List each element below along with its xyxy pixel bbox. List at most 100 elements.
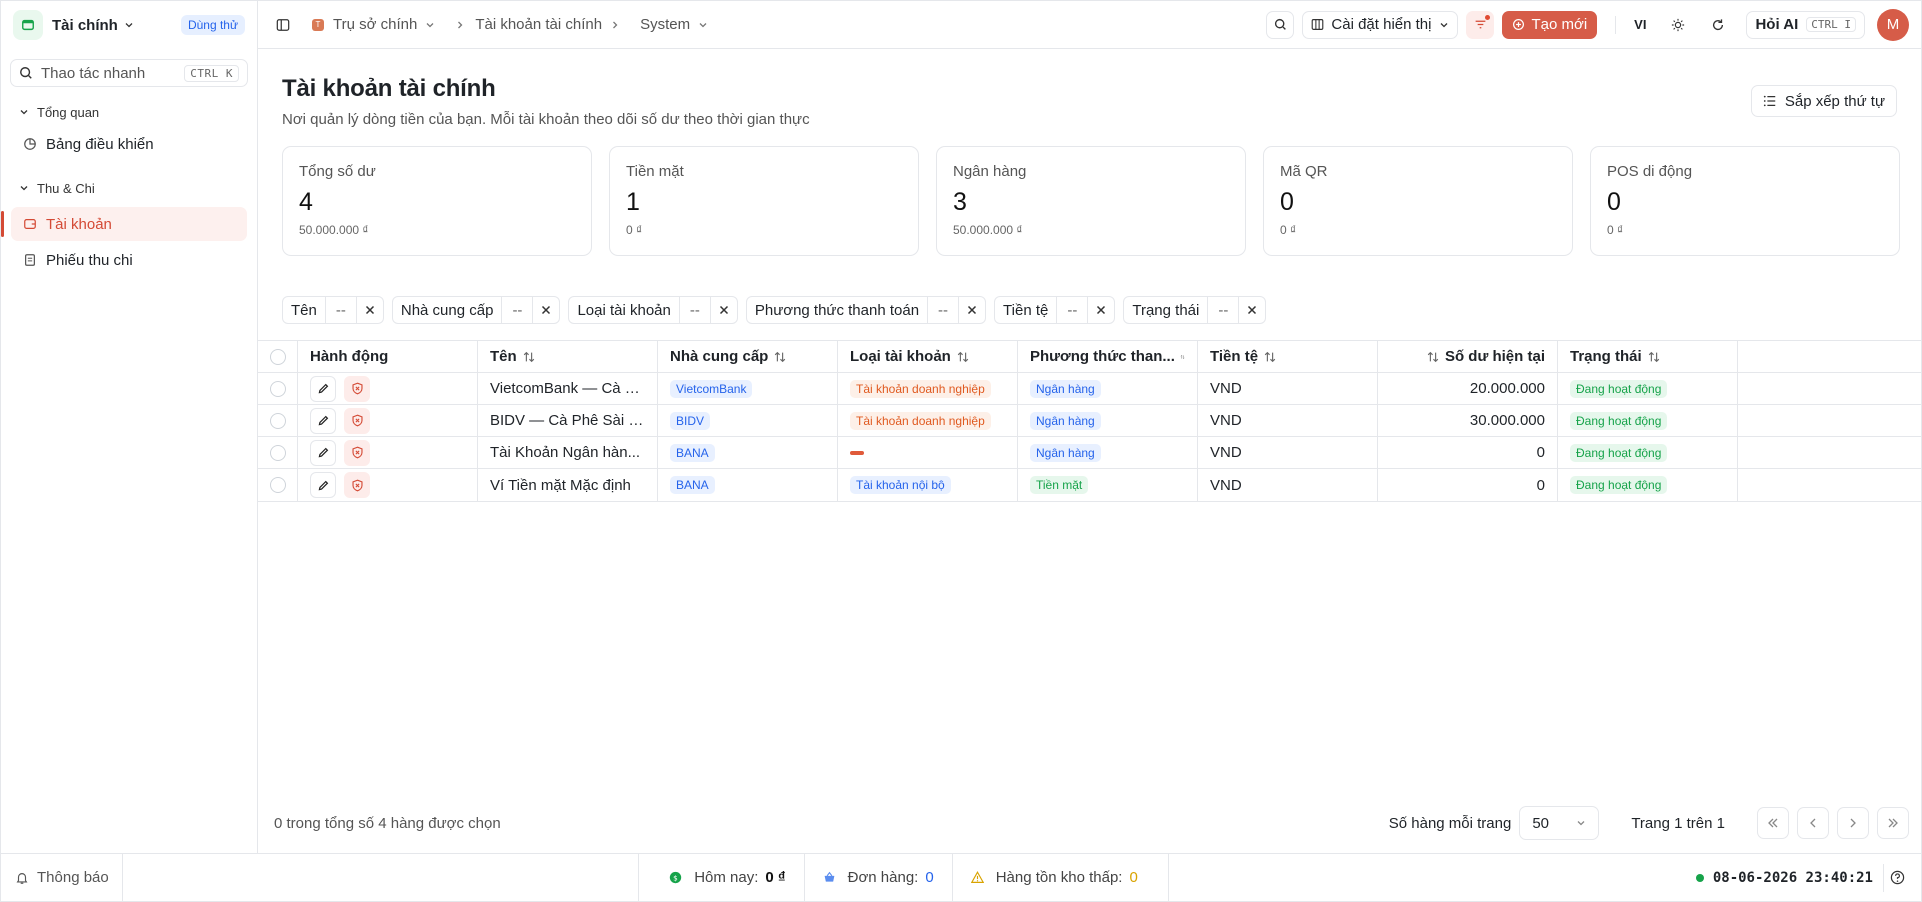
sidebar-item-label: Tài khoản	[46, 215, 112, 233]
column-label: Nhà cung cấp	[670, 348, 769, 365]
deactivate-button[interactable]	[344, 407, 370, 434]
create-new-button[interactable]: Tạo mới	[1502, 10, 1598, 39]
column-label: Phương thức than...	[1030, 348, 1175, 365]
table-row[interactable]: VietcomBank — Cà P... VietcomBank Tài khoả…	[258, 373, 1922, 405]
clear-filter-button[interactable]	[1088, 297, 1114, 323]
next-page-button[interactable]	[1837, 807, 1869, 839]
breadcrumb-page[interactable]: Tài khoản tài chính	[475, 16, 602, 33]
edit-button[interactable]	[310, 439, 336, 466]
table-row[interactable]: Ví Tiền mặt Mặc định BANA Tài khoản nội bộ…	[258, 469, 1922, 501]
filter-icon	[1475, 20, 1486, 29]
account-name[interactable]: BIDV — Cà Phê Sài G...	[478, 405, 658, 436]
prev-page-button[interactable]	[1797, 807, 1829, 839]
last-page-button[interactable]	[1877, 807, 1909, 839]
column-header-payment-method[interactable]: Phương thức than...	[1018, 341, 1198, 372]
filter-value[interactable]: --	[1207, 297, 1240, 323]
columns-icon	[1312, 19, 1324, 30]
wallet-icon	[24, 219, 36, 229]
filter-chip[interactable]: Nhà cung cấp --	[391, 296, 561, 324]
sidebar-item-vouchers[interactable]: Phiếu thu chi	[11, 243, 247, 277]
section-overview[interactable]: Tổng quan	[1, 99, 257, 125]
row-checkbox[interactable]	[258, 469, 298, 501]
deactivate-button[interactable]	[344, 439, 370, 466]
notifications-button[interactable]: Thông báo	[1, 854, 123, 901]
low-stock-label: Hàng tồn kho thấp:	[995, 869, 1123, 886]
help-button[interactable]	[1883, 863, 1911, 892]
workspace-switcher[interactable]: Tài chính Dùng thử	[1, 1, 257, 49]
row-checkbox[interactable]	[258, 405, 298, 436]
filter-value[interactable]: --	[324, 297, 357, 323]
filter-value[interactable]: --	[927, 297, 960, 323]
toggle-sidebar-icon[interactable]	[276, 18, 290, 32]
card-count: 0	[1607, 188, 1621, 216]
refresh-button[interactable]	[1704, 11, 1732, 39]
filter-chip[interactable]: Loại tài khoản --	[568, 296, 738, 324]
empty-type-marker	[850, 450, 864, 455]
checkbox	[269, 348, 286, 365]
column-header-name[interactable]: Tên	[478, 341, 658, 372]
card-label: POS di động	[1607, 163, 1693, 180]
balance-cell: 0	[1378, 469, 1558, 501]
select-all-checkbox[interactable]	[258, 341, 298, 372]
deactivate-button[interactable]	[344, 375, 370, 402]
filter-chip[interactable]: Tiền tệ --	[994, 296, 1116, 324]
provider-cell: BANA	[658, 469, 838, 501]
table-row[interactable]: Tài Khoản Ngân hàn... BANA Ngân hàng VND 0 Đa…	[258, 437, 1922, 469]
topbar: T Trụ sở chính Tài khoản tài chính Syste…	[258, 1, 1921, 49]
language-switcher[interactable]: VI	[1634, 17, 1646, 32]
table-row[interactable]: BIDV — Cà Phê Sài G... BIDV Tài khoản doan…	[258, 405, 1922, 437]
payment-method-tag: Ngân hàng	[1030, 411, 1101, 430]
card-amount: 0 ₫	[1280, 223, 1297, 237]
filter-chip[interactable]: Tên --	[282, 296, 384, 324]
sidebar-item-accounts[interactable]: Tài khoản	[1, 207, 247, 241]
column-header-provider[interactable]: Nhà cung cấp	[658, 341, 838, 372]
rows-per-page-select[interactable]: 50	[1519, 806, 1600, 840]
filter-chip[interactable]: Phương thức thanh toán --	[745, 296, 987, 324]
display-settings-button[interactable]: Cài đặt hiển thị	[1302, 10, 1459, 39]
status-badge: Đang hoạt động	[1570, 411, 1668, 430]
breadcrumb-org[interactable]: Trụ sở chính	[333, 16, 417, 33]
account-type-cell: Tài khoản doanh nghiệp	[838, 405, 1018, 436]
account-name[interactable]: Ví Tiền mặt Mặc định	[478, 469, 658, 501]
clear-filter-button[interactable]	[357, 297, 383, 323]
filter-chip[interactable]: Trạng thái --	[1123, 296, 1267, 324]
account-name[interactable]: Tài Khoản Ngân hàn...	[478, 437, 658, 468]
first-page-button[interactable]	[1757, 807, 1789, 839]
filter-button[interactable]	[1466, 10, 1495, 39]
theme-toggle[interactable]	[1664, 11, 1692, 39]
filter-active-dot	[1485, 14, 1491, 20]
row-checkbox[interactable]	[258, 437, 298, 468]
sidebar-item-dashboard[interactable]: Bảng điều khiển	[11, 127, 247, 161]
clear-filter-button[interactable]	[533, 297, 559, 323]
clear-filter-button[interactable]	[1239, 297, 1265, 323]
trial-badge: Dùng thử	[180, 15, 245, 35]
filter-value[interactable]: --	[1056, 297, 1089, 323]
column-header-balance[interactable]: Số dư hiện tại	[1378, 341, 1558, 372]
sort-icon	[1264, 351, 1276, 362]
warning-icon	[970, 871, 984, 883]
edit-button[interactable]	[310, 375, 336, 402]
account-name[interactable]: VietcomBank — Cà P...	[478, 373, 658, 404]
row-checkbox[interactable]	[258, 373, 298, 404]
deactivate-button[interactable]	[344, 472, 370, 498]
edit-button[interactable]	[310, 472, 336, 498]
column-header-status[interactable]: Trạng thái	[1558, 341, 1738, 372]
breadcrumb-view[interactable]: System	[640, 16, 690, 33]
column-header-account-type[interactable]: Loại tài khoản	[838, 341, 1018, 372]
account-name-text: VietcomBank — Cà P...	[490, 380, 645, 397]
avatar[interactable]: M	[1877, 8, 1909, 41]
column-header-currency[interactable]: Tiền tệ	[1198, 341, 1378, 372]
section-income-expense[interactable]: Thu & Chi	[1, 175, 257, 201]
sort-order-button[interactable]: Sắp xếp thứ tự	[1750, 85, 1897, 117]
search-button[interactable]	[1266, 10, 1295, 39]
account-type-cell: Tài khoản nội bộ	[838, 469, 1018, 501]
clear-filter-button[interactable]	[711, 297, 737, 323]
card-amount: 50.000.000 ₫	[953, 223, 1023, 237]
edit-button[interactable]	[310, 407, 336, 434]
clear-filter-button[interactable]	[959, 297, 985, 323]
chevron-down-icon	[426, 22, 434, 27]
filter-value[interactable]: --	[501, 297, 534, 323]
ask-ai-button[interactable]: Hỏi AI CTRL I	[1746, 10, 1865, 39]
filter-value[interactable]: --	[678, 297, 711, 323]
quick-action-search[interactable]: Thao tác nhanh CTRL K	[10, 59, 248, 87]
